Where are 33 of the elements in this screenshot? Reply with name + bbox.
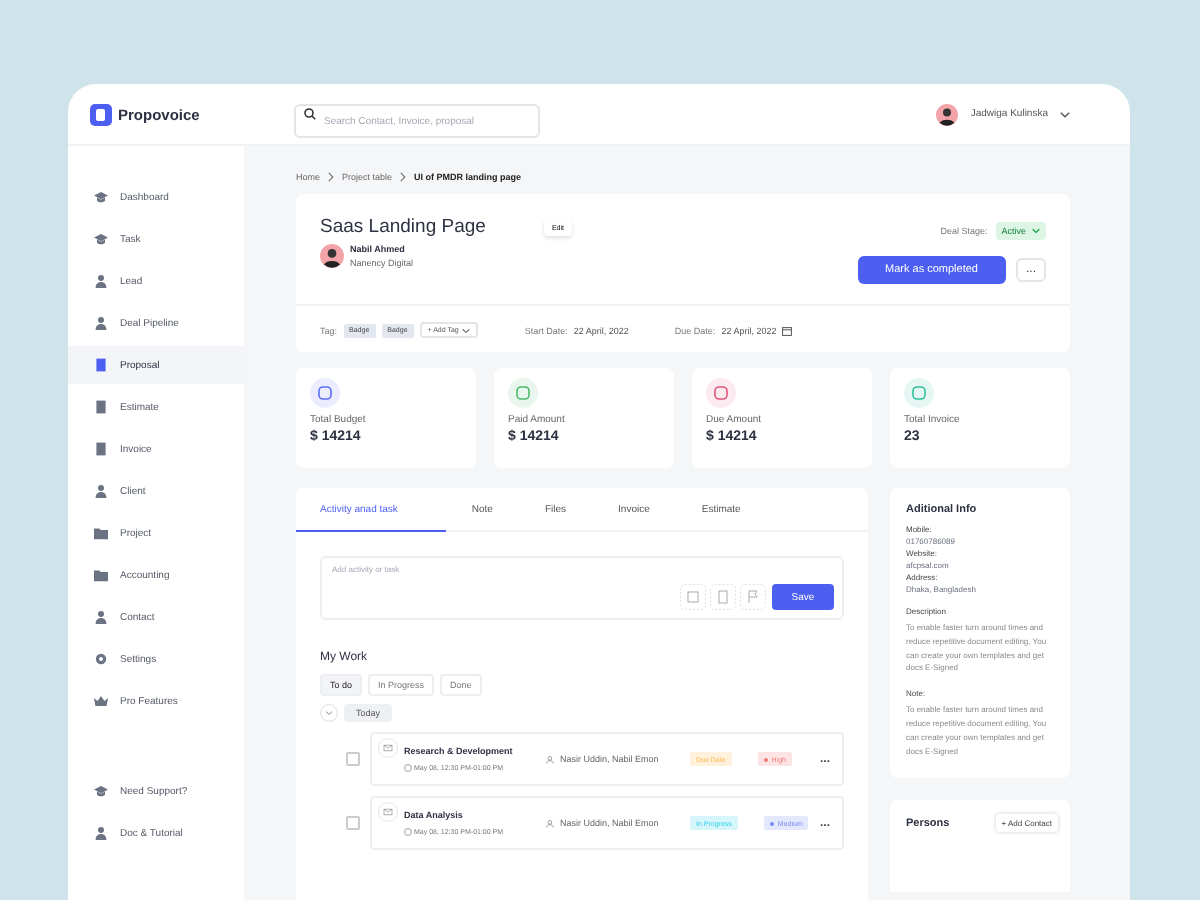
person-icon (546, 819, 554, 827)
crown-icon (94, 694, 108, 708)
cap-icon (94, 784, 108, 798)
chevron-right-icon (400, 171, 407, 181)
person-icon (546, 755, 554, 763)
cap-icon (94, 190, 108, 204)
clock-icon (404, 828, 412, 836)
flag-icon[interactable] (740, 584, 766, 610)
doc-icon (94, 400, 108, 414)
checkbox[interactable] (346, 816, 360, 830)
doc-icon (94, 442, 108, 456)
avatar-icon (320, 244, 344, 268)
chevron-right-icon (328, 171, 335, 181)
project-title: Saas Landing Page (320, 216, 486, 238)
chevron-down-icon[interactable] (1060, 111, 1070, 117)
collapse-toggle-icon[interactable] (320, 704, 338, 722)
person-icon (94, 274, 108, 288)
person-icon (94, 826, 108, 840)
chevron-down-icon (1032, 228, 1040, 234)
person-icon (94, 610, 108, 624)
cap-icon (94, 232, 108, 246)
doc-icon (94, 358, 108, 372)
mail-icon (378, 802, 398, 822)
logo-icon (90, 103, 112, 125)
folder-icon (94, 526, 108, 540)
checkbox[interactable] (346, 752, 360, 766)
person-icon (94, 316, 108, 330)
folder-icon (94, 568, 108, 582)
person-icon (94, 484, 108, 498)
clock-icon (404, 764, 412, 772)
mail-icon (378, 738, 398, 758)
chevron-down-icon (462, 327, 471, 333)
avatar-icon (936, 103, 959, 125)
